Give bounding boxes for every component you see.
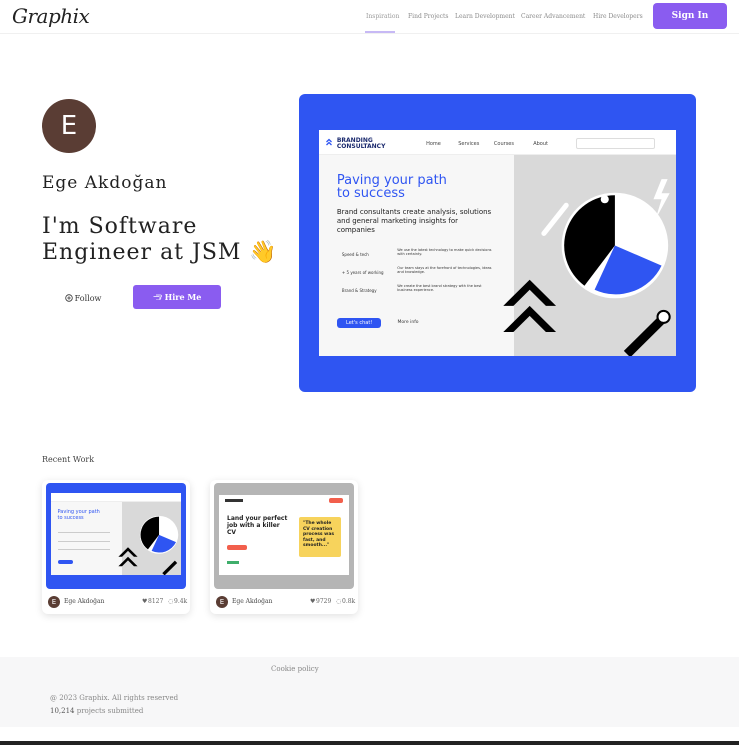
mockup-cta-button: Let's chat! <box>336 317 382 328</box>
profile-name: Ege Akdoğan <box>42 173 168 193</box>
author-avatar[interactable]: E <box>216 596 228 608</box>
profile-avatar: E <box>42 99 96 153</box>
site-footer: Cookie policy @ 2023 Graphix. All rights… <box>0 657 739 727</box>
mockup-search-box <box>576 137 655 150</box>
branding-site-mockup-mini: Paving your path to success <box>51 493 181 575</box>
projects-count: 10,214 <box>50 707 75 715</box>
author-avatar[interactable]: E <box>48 596 60 608</box>
cookie-policy-link[interactable]: Cookie policy <box>271 665 319 673</box>
likes-icon: ♥ <box>310 598 316 605</box>
author-name[interactable]: Ege Akdoğan <box>232 598 272 605</box>
project-card-footer: E Ege Akdoğan ♥ 8127 ◌ 9.4k <box>48 595 188 609</box>
views-icon: ◌ <box>168 598 174 605</box>
follow-button[interactable]: Follow <box>54 287 112 309</box>
project-card[interactable]: Land your perfect job with a killer CV "… <box>210 480 358 614</box>
mockup-link: About <box>533 140 548 147</box>
recent-work-title: Recent Work <box>42 455 95 464</box>
branding-site-mockup: BRANDING CONSULTANCY Home Services Cours… <box>319 130 676 356</box>
project-thumbnail[interactable]: Paving your path to success <box>46 483 186 589</box>
hand-pointer-icon <box>153 294 162 300</box>
mockup-link: Services <box>458 140 480 147</box>
mockup-more-link: More info <box>397 319 419 325</box>
mockup-paragraph: Brand consultants create analysis, solut… <box>336 207 492 234</box>
mockup-heading: Paving your path to success <box>336 173 447 202</box>
sign-in-button[interactable]: Sign In <box>653 3 727 29</box>
site-logo[interactable]: Graphix <box>12 4 90 28</box>
project-thumbnail[interactable]: Land your perfect job with a killer CV "… <box>214 483 354 589</box>
hire-me-button[interactable]: Hire Me <box>133 285 221 309</box>
cv-quote-card: "The whole CV creation process was fast,… <box>299 517 341 557</box>
project-card-footer: E Ege Akdoğan ♥ 9729 ◌ 0.8k <box>216 595 356 609</box>
mockup-heading: Paving your path to success <box>57 509 100 521</box>
likes-count: 8127 <box>148 598 164 605</box>
author-name[interactable]: Ege Akdoğan <box>64 598 104 605</box>
plus-circle-icon <box>64 294 73 302</box>
mockup-feature-row: Brand & Strategy We create the best bran… <box>341 283 482 293</box>
nav-find-projects[interactable]: Find Projects <box>408 13 448 20</box>
brand-chevron-icon <box>326 138 333 146</box>
bottom-bar <box>0 741 739 745</box>
nav-learn-development[interactable]: Learn Development <box>455 13 515 20</box>
mockup-link: Home <box>426 140 441 147</box>
mockup-illustration <box>503 178 671 356</box>
nav-hire-developers[interactable]: Hire Developers <box>593 13 643 20</box>
cv-heading: Land your perfect job with a killer CV <box>227 515 288 536</box>
mockup-brand: BRANDING CONSULTANCY <box>336 136 386 150</box>
copyright-text: @ 2023 Graphix. All rights reserved <box>50 694 179 702</box>
likes-icon: ♥ <box>142 598 148 605</box>
mockup-illustration <box>118 515 179 575</box>
follow-label: Follow <box>74 293 102 303</box>
mockup-link: Courses <box>493 140 514 147</box>
hire-me-label: Hire Me <box>164 292 202 302</box>
views-count: 9.4k <box>174 598 188 605</box>
nav-active-indicator <box>365 31 395 33</box>
site-header: Graphix Inspiration Find Projects Learn … <box>0 0 739 34</box>
cv-site-mockup: Land your perfect job with a killer CV "… <box>219 495 349 575</box>
views-icon: ◌ <box>336 598 342 605</box>
profile-headline: I'm Software Engineer at JSM 👋 <box>42 214 278 265</box>
nav-career-advancement[interactable]: Career Advancement <box>521 13 585 20</box>
views-count: 0.8k <box>342 598 356 605</box>
likes-count: 9729 <box>316 598 332 605</box>
projects-submitted: 10,214 projects submitted <box>50 707 144 715</box>
project-card[interactable]: Paving your path to success E Ege Akdoğa… <box>42 480 190 614</box>
featured-project-card[interactable]: BRANDING CONSULTANCY Home Services Cours… <box>299 94 696 392</box>
nav-inspiration[interactable]: Inspiration <box>366 13 399 20</box>
featured-project-screenshot: BRANDING CONSULTANCY Home Services Cours… <box>319 130 676 356</box>
